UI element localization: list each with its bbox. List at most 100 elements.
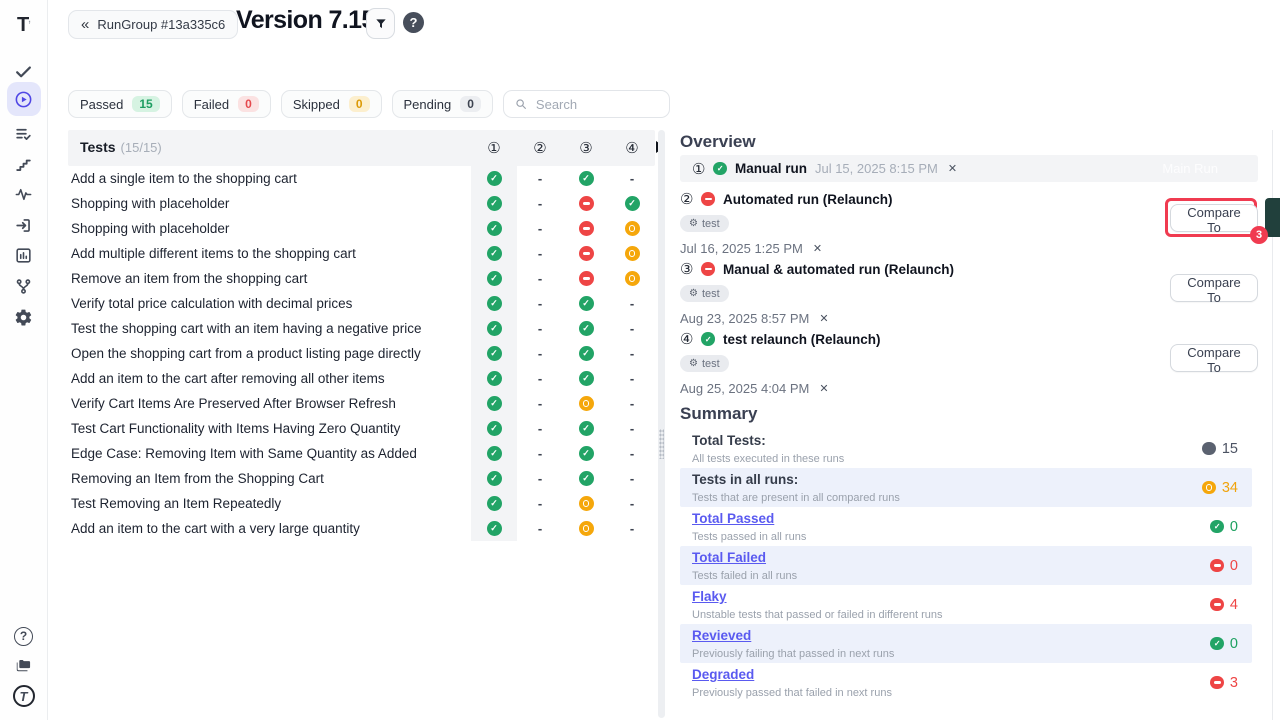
no-run-dash: - <box>538 221 542 236</box>
summary-link[interactable]: Total Failed <box>692 550 766 565</box>
test-name[interactable]: Test the shopping cart with an item havi… <box>68 316 471 341</box>
search-input[interactable] <box>536 97 646 112</box>
filter-chip-count: 0 <box>238 96 259 112</box>
table-row[interactable]: Shopping with placeholder - <box>68 216 655 241</box>
test-name[interactable]: Add an item to the cart after removing a… <box>68 366 471 391</box>
test-name[interactable]: Shopping with placeholder <box>68 191 471 216</box>
pass-icon <box>579 321 594 336</box>
help-icon[interactable]: ? <box>7 621 41 651</box>
table-row[interactable]: Add an item to the cart after removing a… <box>68 366 655 391</box>
gear-icon[interactable] <box>7 302 41 332</box>
back-button[interactable]: « RunGroup #13a335c6 <box>68 10 238 39</box>
compare-to-button[interactable]: Compare To <box>1170 204 1258 232</box>
no-run-dash: - <box>538 346 542 361</box>
run-column-3[interactable]: ③ <box>563 139 609 157</box>
test-name[interactable]: Verify Cart Items Are Preserved After Br… <box>68 391 471 416</box>
status-cell: - <box>517 216 563 241</box>
run-tag[interactable]: ⚙test <box>680 355 729 372</box>
filter-chip-pending[interactable]: Pending0 <box>392 90 493 118</box>
summary-link[interactable]: Flaky <box>692 589 727 604</box>
logo-icon[interactable]: T <box>7 681 41 711</box>
table-row[interactable]: Verify total price calculation with deci… <box>68 291 655 316</box>
status-cell <box>563 341 609 366</box>
table-row[interactable]: Add multiple different items to the shop… <box>68 241 655 266</box>
run-column-4[interactable]: ④ <box>609 139 655 157</box>
test-name[interactable]: Shopping with placeholder <box>68 216 471 241</box>
summary-link[interactable]: Total Passed <box>692 511 774 526</box>
run-column-2[interactable]: ② <box>517 139 563 157</box>
close-icon[interactable]: ✕ <box>817 312 830 325</box>
status-cell: - <box>517 466 563 491</box>
status-cell <box>471 391 517 416</box>
docs-icon[interactable] <box>7 650 41 680</box>
table-row[interactable]: Test the shopping cart with an item havi… <box>68 316 655 341</box>
app-logo[interactable]: Tʼ <box>7 10 41 40</box>
help-button[interactable]: ? <box>403 12 424 33</box>
table-row[interactable]: Edge Case: Removing Item with Same Quant… <box>68 441 655 466</box>
bar-chart-icon[interactable] <box>7 240 41 270</box>
play-circle-icon[interactable] <box>7 82 41 116</box>
table-row[interactable]: Test Removing an Item Repeatedly-- <box>68 491 655 516</box>
test-name[interactable]: Test Removing an Item Repeatedly <box>68 491 471 516</box>
test-name[interactable]: Remove an item from the shopping cart <box>68 266 471 291</box>
filter-chip-passed[interactable]: Passed15 <box>68 90 172 118</box>
compare-to-button[interactable]: Compare To <box>1170 274 1258 302</box>
filter-chip-skipped[interactable]: Skipped0 <box>281 90 382 118</box>
test-name[interactable]: Edge Case: Removing Item with Same Quant… <box>68 441 471 466</box>
skip-icon <box>625 246 640 261</box>
filter-button[interactable] <box>366 8 395 39</box>
summary-count: 4 <box>1230 597 1238 613</box>
fail-icon <box>579 196 594 211</box>
status-cell: - <box>517 166 563 191</box>
gear-icon: ⚙ <box>689 218 698 229</box>
table-row[interactable]: Add a single item to the shopping cart-- <box>68 166 655 191</box>
test-name[interactable]: Add multiple different items to the shop… <box>68 241 471 266</box>
table-row[interactable]: Remove an item from the shopping cart - <box>68 266 655 291</box>
close-icon[interactable]: ✕ <box>811 242 824 255</box>
compare-to-button[interactable]: Compare To <box>1170 344 1258 372</box>
no-run-dash: - <box>538 521 542 536</box>
filter-chip-count: 0 <box>460 96 481 112</box>
test-name[interactable]: Open the shopping cart from a product li… <box>68 341 471 366</box>
run-name[interactable]: Manual & automated run (Relaunch) <box>723 262 954 277</box>
panel-resize-divider[interactable] <box>658 130 665 718</box>
run-name[interactable]: Automated run (Relaunch) <box>723 192 893 207</box>
table-row[interactable]: Add an item to the cart with a very larg… <box>68 516 655 541</box>
test-name[interactable]: Add an item to the cart with a very larg… <box>68 516 471 541</box>
table-row[interactable]: Verify Cart Items Are Preserved After Br… <box>68 391 655 416</box>
table-row[interactable]: Removing an Item from the Shopping Cart -… <box>68 466 655 491</box>
test-name[interactable]: Removing an Item from the Shopping Cart <box>68 466 471 491</box>
run-date: Aug 25, 2025 4:04 PM <box>680 381 809 396</box>
summary-link[interactable]: Revieved <box>692 628 751 643</box>
pass-icon <box>579 471 594 486</box>
divider-grip-handle[interactable] <box>659 429 664 459</box>
stairs-icon[interactable] <box>7 149 41 179</box>
test-name[interactable]: Test Cart Functionality with Items Havin… <box>68 416 471 441</box>
table-row[interactable]: Test Cart Functionality with Items Havin… <box>68 416 655 441</box>
run-tag[interactable]: ⚙test <box>680 215 729 232</box>
close-icon[interactable]: ✕ <box>946 162 959 175</box>
table-count: (15/15) <box>121 140 162 155</box>
no-run-dash: - <box>538 271 542 286</box>
table-row[interactable]: Open the shopping cart from a product li… <box>68 341 655 366</box>
branch-icon[interactable] <box>7 271 41 301</box>
status-cell: - <box>609 491 655 516</box>
import-icon[interactable] <box>7 210 41 240</box>
run-column-1[interactable]: ① <box>471 139 517 157</box>
no-run-dash: - <box>538 471 542 486</box>
run-tag[interactable]: ⚙test <box>680 285 729 302</box>
no-run-dash: - <box>538 371 542 386</box>
test-name[interactable]: Verify total price calculation with deci… <box>68 291 471 316</box>
summary-text: RevievedPreviously failing that passed i… <box>692 627 1210 660</box>
filter-chip-failed[interactable]: Failed0 <box>182 90 271 118</box>
test-name[interactable]: Add a single item to the shopping cart <box>68 166 471 191</box>
summary-label: Tests in all runs: <box>692 472 798 487</box>
no-run-dash: - <box>538 171 542 186</box>
pulse-icon[interactable] <box>7 179 41 209</box>
summary-link[interactable]: Degraded <box>692 667 754 682</box>
close-icon[interactable]: ✕ <box>817 382 830 395</box>
table-row[interactable]: Shopping with placeholder- <box>68 191 655 216</box>
run-name[interactable]: Manual run <box>735 161 807 176</box>
list-check-icon[interactable] <box>7 119 41 149</box>
run-name[interactable]: test relaunch (Relaunch) <box>723 332 881 347</box>
